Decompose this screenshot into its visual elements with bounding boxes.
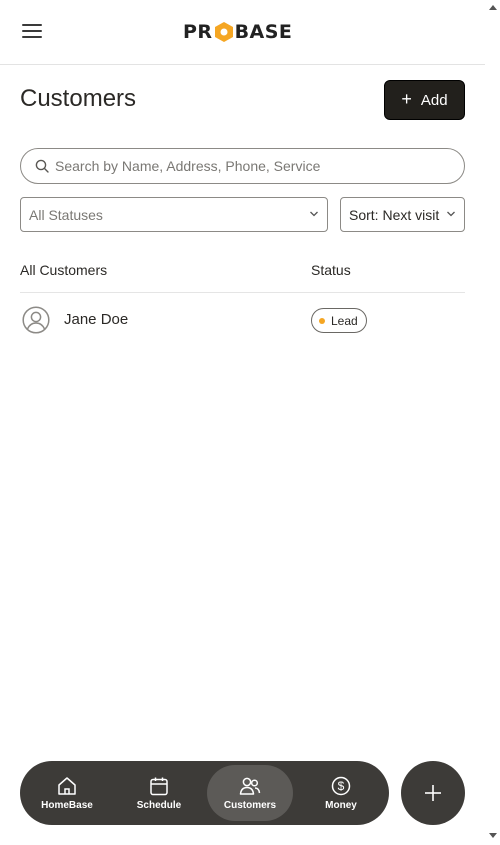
top-header: PR BASE	[0, 0, 485, 65]
nav-item-schedule[interactable]: Schedule	[116, 765, 202, 821]
status-badge-label: Lead	[331, 313, 358, 328]
logo-hex-icon	[214, 22, 233, 42]
status-filter-value: All Statuses	[29, 206, 103, 223]
home-icon	[58, 777, 76, 795]
search-icon	[35, 159, 49, 173]
user-avatar-icon	[22, 306, 50, 334]
column-header-customers[interactable]: All Customers	[20, 262, 107, 278]
hamburger-icon[interactable]	[22, 24, 42, 40]
page-title: Customers	[20, 85, 137, 112]
logo-text-left: PR	[183, 21, 213, 43]
sort-select[interactable]: Sort: Next visit	[340, 197, 465, 232]
calendar-icon	[150, 777, 168, 796]
bottom-nav: HomeBase Schedule Customers $ Money	[20, 761, 389, 825]
status-filter-select[interactable]: All Statuses	[20, 197, 328, 232]
status-badge: Lead	[311, 308, 367, 333]
dollar-icon: $	[331, 776, 351, 796]
sort-value: Sort: Next visit	[349, 206, 440, 223]
nav-label-money: Money	[325, 800, 357, 811]
nav-label-customers: Customers	[223, 800, 277, 811]
table-row[interactable]: Jane Doe Lead	[20, 300, 465, 342]
nav-item-money[interactable]: $ Money	[298, 765, 384, 821]
column-header-status[interactable]: Status	[311, 262, 351, 278]
table-divider	[20, 292, 465, 293]
plus-icon: +	[401, 89, 412, 109]
add-customer-button[interactable]: + Add	[384, 80, 465, 120]
nav-item-homebase[interactable]: HomeBase	[24, 765, 110, 821]
logo-text-right: BASE	[234, 21, 293, 43]
vertical-scrollbar[interactable]	[485, 0, 500, 845]
quick-add-button[interactable]	[401, 761, 465, 825]
nav-label-schedule: Schedule	[136, 800, 182, 811]
probase-logo[interactable]: PR BASE	[183, 20, 292, 44]
search-input[interactable]	[55, 158, 435, 174]
chevron-down-icon	[310, 211, 318, 217]
search-box[interactable]	[20, 148, 465, 184]
status-dot	[319, 317, 325, 324]
svg-text:$: $	[338, 779, 345, 793]
app: PR BASE Customers + Add All Statuses Sor…	[0, 0, 485, 845]
nav-label-homebase: HomeBase	[41, 800, 93, 811]
users-icon	[239, 777, 261, 795]
scroll-up-icon[interactable]	[489, 5, 497, 10]
nav-item-customers[interactable]: Customers	[207, 765, 293, 821]
plus-icon	[425, 785, 441, 801]
chevron-down-icon	[447, 211, 455, 217]
add-button-label: Add	[420, 91, 448, 109]
scroll-down-icon[interactable]	[489, 833, 497, 838]
customer-name[interactable]: Jane Doe	[64, 311, 128, 328]
